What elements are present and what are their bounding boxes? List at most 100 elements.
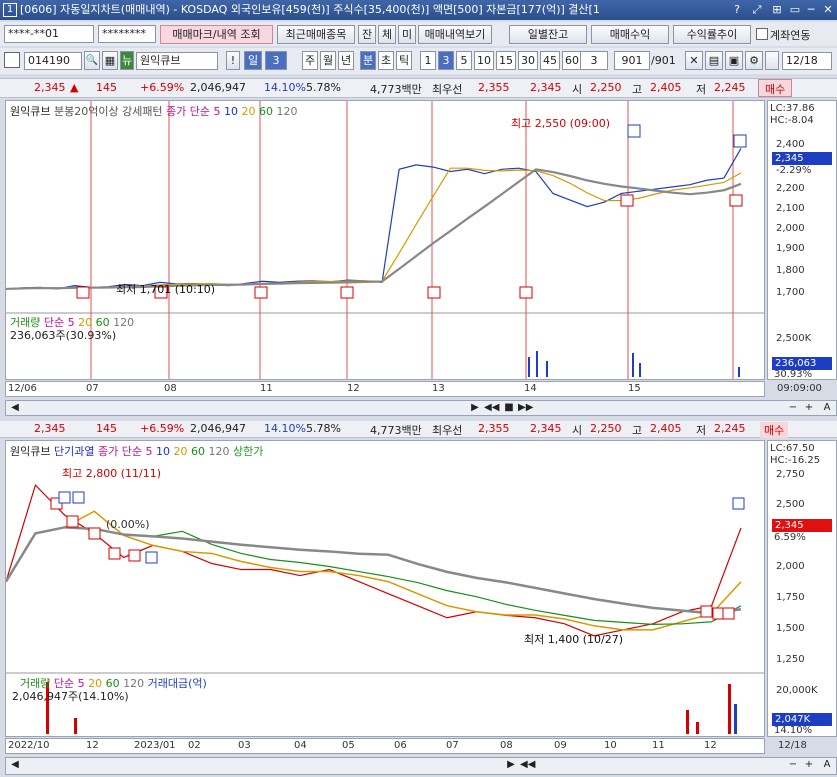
chart1-date-axis: 12/06 07 08 11 12 13 14 15 xyxy=(5,381,765,397)
minimize-button[interactable]: ─ xyxy=(803,2,819,18)
date-tick: 2022/10 xyxy=(8,740,50,751)
vol2-tick: 20,000K xyxy=(776,685,818,696)
unfilled-toggle[interactable]: 미 xyxy=(398,25,416,44)
date-field[interactable]: 12/18 xyxy=(782,52,832,70)
q2-amount: 4,773백만 xyxy=(370,424,422,437)
low-price: 2,245 xyxy=(714,81,746,94)
grid-icon[interactable]: ▦ xyxy=(102,51,118,70)
date-checkbox[interactable] xyxy=(765,51,779,70)
q2-buy-button[interactable]: 매수 xyxy=(760,422,789,438)
vol-tick: 2,500K xyxy=(776,333,812,344)
date-tick: 06 xyxy=(394,740,407,751)
chart1-vol-value: 236,063주(30.93%) xyxy=(10,329,117,342)
legend-stock[interactable]: 원익큐브 xyxy=(10,105,50,118)
zoom-in-icon[interactable]: + xyxy=(802,402,816,414)
period-month-tab[interactable]: 월 xyxy=(320,51,336,70)
q2-change: 145 xyxy=(96,422,117,435)
scroll-left-icon[interactable]: ◀ xyxy=(8,402,22,414)
chart1-price-label: 2,345 xyxy=(772,152,832,165)
zoom2-out-icon[interactable]: − xyxy=(786,759,800,771)
legend2-overheat[interactable]: 단기과열 xyxy=(54,445,94,458)
menu-icon[interactable] xyxy=(4,52,20,68)
scroll-right-icon[interactable]: ▶ xyxy=(468,402,482,414)
pin-button[interactable]: ⊞ xyxy=(769,2,785,18)
new-icon[interactable]: 뉴 xyxy=(120,51,134,70)
cross-icon[interactable]: ✕ xyxy=(685,51,703,70)
y-tick: 2,200 xyxy=(776,183,805,194)
zoom2-in-icon[interactable]: + xyxy=(802,759,816,771)
trade-mark-button[interactable]: 매매마크/내역 조회 xyxy=(160,25,273,44)
return-trend-button[interactable]: 수익률추이 xyxy=(673,25,751,44)
close-button[interactable]: ✕ xyxy=(820,2,836,18)
date-tick: 12 xyxy=(347,383,360,394)
play-icon[interactable]: ▶▶ xyxy=(518,402,533,414)
interval-15[interactable]: 15 xyxy=(496,51,516,70)
account-select[interactable]: ****-**01 xyxy=(4,25,94,43)
interval-1[interactable]: 1 xyxy=(420,51,436,70)
rewind2-icon[interactable]: ◀◀ xyxy=(520,759,535,771)
legend-close-sma[interactable]: 종가 단순 xyxy=(166,105,210,118)
scroll2-left-icon[interactable]: ◀ xyxy=(8,759,22,771)
daily-chart-panel[interactable]: 원익큐브 단기과열 종가 단순 5 10 20 60 120 상한가 최고 2,… xyxy=(5,440,765,737)
date-tick: 10 xyxy=(604,740,617,751)
count-input[interactable]: 901 xyxy=(614,51,650,70)
period-year-tab[interactable]: 년 xyxy=(338,51,354,70)
trade-profit-button[interactable]: 매매수익 xyxy=(591,25,669,44)
interval-5[interactable]: 5 xyxy=(456,51,472,70)
q2-bid: 2,345 xyxy=(530,422,562,435)
buy-marker xyxy=(88,527,101,540)
interval-45[interactable]: 45 xyxy=(540,51,560,70)
trade-history-button[interactable]: 매매내역보기 xyxy=(418,25,492,44)
maximize-button[interactable]: ▭ xyxy=(787,2,803,18)
settings-icon[interactable]: ⚙ xyxy=(745,51,763,70)
chart2-price-axis[interactable]: LC:67.50 HC:-16.25 2,750 2,500 2,345 6.5… xyxy=(767,440,837,737)
legend2-stock[interactable]: 원익큐브 xyxy=(10,445,50,458)
buy-marker xyxy=(712,607,725,620)
period-tick-tab[interactable]: 틱 xyxy=(396,51,412,70)
date-tick: 08 xyxy=(164,383,177,394)
interval-60[interactable]: 60 xyxy=(562,51,582,70)
date-tick: 15 xyxy=(628,383,641,394)
account-toolbar: ****-**01 ******** 매매마크/내역 조회 최근매매종목 잔 체… xyxy=(0,22,837,46)
stop-icon[interactable]: ■ xyxy=(502,402,516,414)
legend-pattern[interactable]: 분봉20억이상 강세패턴 xyxy=(54,105,163,118)
chart1-scrollbar[interactable]: ◀ ▶ ◀◀ ■ ▶▶ − + A xyxy=(5,400,837,416)
scroll2-right-icon[interactable]: ▶ xyxy=(504,759,518,771)
filled-toggle[interactable]: 체 xyxy=(378,25,396,44)
period-second-tab[interactable]: 초 xyxy=(378,51,394,70)
period-week-tab[interactable]: 주 xyxy=(302,51,318,70)
alert-button[interactable]: ! xyxy=(226,51,240,70)
stock-code-input[interactable]: 014190 xyxy=(24,52,82,70)
balance-toggle[interactable]: 잔 xyxy=(358,25,376,44)
chart1-price-axis[interactable]: LC:37.86 HC:-8.04 2,400 2,345 -2.29% 2,2… xyxy=(767,100,837,380)
account-link-checkbox[interactable] xyxy=(756,28,768,40)
save-icon[interactable]: ▣ xyxy=(725,51,743,70)
legend2-close-sma[interactable]: 종가 단순 xyxy=(98,445,142,458)
recent-stocks-button[interactable]: 최근매매종목 xyxy=(277,25,355,44)
chart2-scrollbar[interactable]: ◀ ▶ ◀◀ − + A xyxy=(5,757,837,775)
buy-marker xyxy=(427,286,441,299)
interval-select[interactable]: 3 xyxy=(580,51,608,70)
rewind-icon[interactable]: ◀◀ xyxy=(484,402,499,414)
help-button[interactable]: ? xyxy=(729,2,745,18)
search-icon[interactable]: 🔍 xyxy=(84,51,100,70)
buy-button[interactable]: 매수 xyxy=(758,79,793,97)
zoom-out-icon[interactable]: − xyxy=(786,402,800,414)
daily-balance-button[interactable]: 일별잔고 xyxy=(509,25,587,44)
interval-3[interactable]: 3 xyxy=(438,51,454,70)
period-minute-tab[interactable]: 분 xyxy=(360,51,376,70)
intraday-chart-panel[interactable]: 원익큐브 분봉20억이상 강세패턴 종가 단순 5 10 20 60 120 최… xyxy=(5,100,765,380)
password-field[interactable]: ******** xyxy=(98,25,156,43)
volume-bar xyxy=(632,353,634,377)
period-num-select[interactable]: 3 xyxy=(265,51,287,70)
period-day-tab[interactable]: 일 xyxy=(244,51,262,70)
link-button[interactable]: ⤢ xyxy=(749,2,765,18)
font2-icon[interactable]: A xyxy=(820,759,834,771)
legend2-ma120: 120 xyxy=(208,445,230,458)
window-number: 1 xyxy=(3,3,17,17)
interval-30[interactable]: 30 xyxy=(518,51,538,70)
font-icon[interactable]: A xyxy=(820,402,834,414)
interval-10[interactable]: 10 xyxy=(474,51,494,70)
symbol-toolbar: 014190 🔍 ▦ 뉴 원익큐브 ! 일 3 주 월 년 분 초 틱 1 3 … xyxy=(0,48,837,74)
chart-icon[interactable]: ▤ xyxy=(705,51,723,70)
